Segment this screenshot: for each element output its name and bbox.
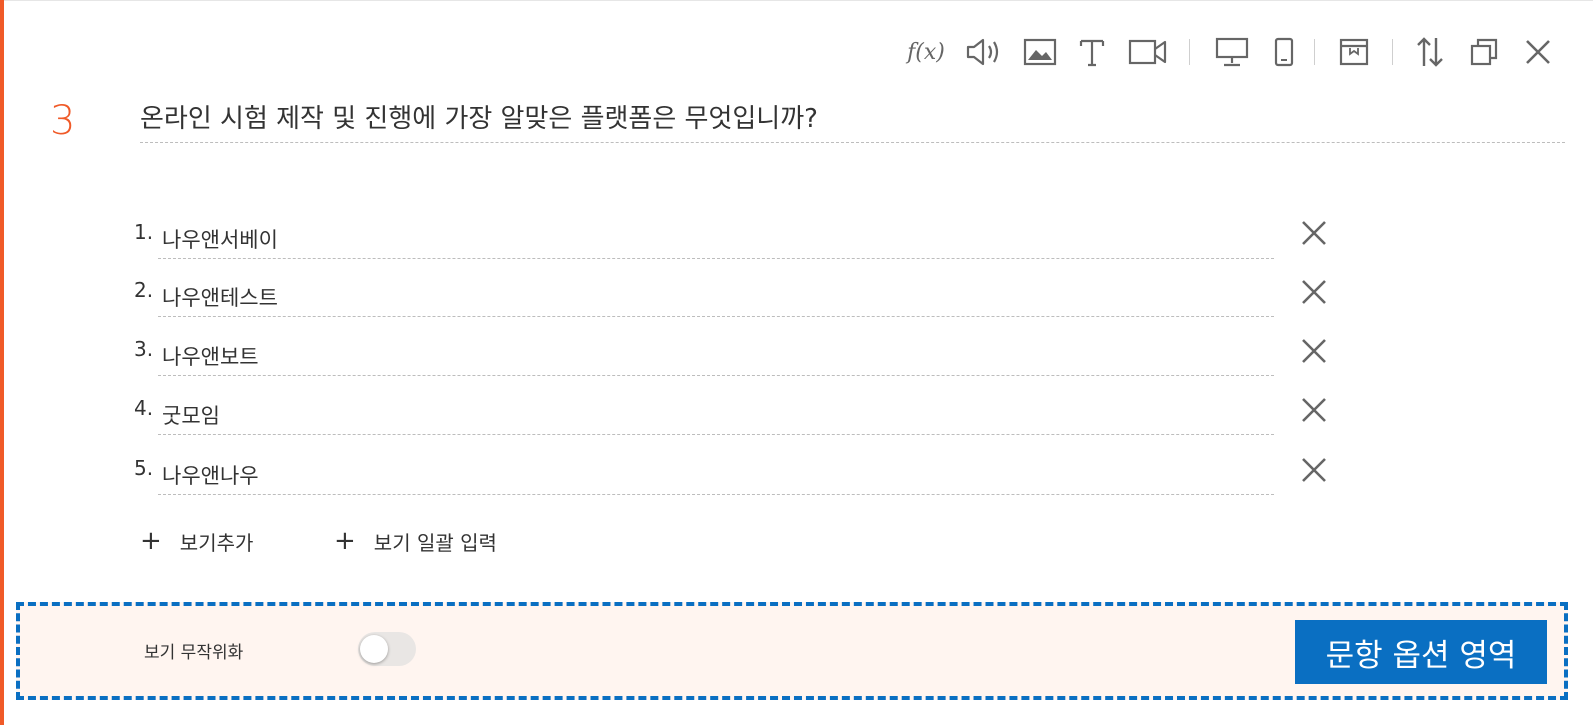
close-icon[interactable] bbox=[1516, 30, 1560, 74]
audio-icon[interactable] bbox=[962, 30, 1006, 74]
shuffle-label: 보기 무작위화 bbox=[144, 643, 244, 663]
option-row: 4. 굿모임 bbox=[134, 388, 1274, 446]
add-option-button[interactable]: + 보기추가 bbox=[140, 525, 253, 557]
option-underline bbox=[158, 316, 1274, 317]
option-row: 2. 나우앤테스트 bbox=[134, 270, 1274, 328]
question-title-input[interactable]: 온라인 시험 제작 및 진행에 가장 알맞은 플랫폼은 무엇입니까? bbox=[140, 100, 1560, 144]
question-title-underline bbox=[140, 142, 1565, 143]
add-option-label: 보기추가 bbox=[179, 530, 254, 555]
option-row: 3. 나우앤보트 bbox=[134, 329, 1274, 387]
delete-option-icon[interactable] bbox=[1296, 333, 1332, 369]
option-number: 2. bbox=[134, 278, 154, 302]
question-toolbar: f(x) bbox=[900, 30, 1580, 74]
bulk-input-label: 보기 일괄 입력 bbox=[373, 530, 497, 555]
toolbar-divider bbox=[1392, 39, 1393, 65]
option-text-input[interactable]: 나우앤테스트 bbox=[162, 282, 278, 312]
option-underline bbox=[158, 375, 1274, 376]
delete-option-icon[interactable] bbox=[1296, 392, 1332, 428]
question-number: 3 bbox=[50, 98, 76, 144]
delete-option-icon[interactable] bbox=[1296, 452, 1332, 488]
question-option-area: 보기 무작위화 문항 옵션 영역 bbox=[16, 602, 1568, 700]
option-number: 4. bbox=[134, 396, 154, 420]
sort-icon[interactable] bbox=[1408, 30, 1452, 74]
delete-option-icon[interactable] bbox=[1296, 215, 1332, 251]
option-area-tag: 문항 옵션 영역 bbox=[1295, 620, 1547, 684]
bulk-input-button[interactable]: + 보기 일괄 입력 bbox=[334, 525, 497, 557]
toggle-knob bbox=[360, 635, 388, 663]
mobile-icon[interactable] bbox=[1262, 30, 1306, 74]
toolbar-divider bbox=[1314, 39, 1315, 65]
option-number: 5. bbox=[134, 456, 154, 480]
plus-icon: + bbox=[334, 526, 356, 556]
video-icon[interactable] bbox=[1126, 30, 1170, 74]
option-number: 1. bbox=[134, 220, 154, 244]
option-text-input[interactable]: 나우앤보트 bbox=[162, 341, 259, 371]
desktop-icon[interactable] bbox=[1210, 30, 1254, 74]
plus-icon: + bbox=[140, 526, 162, 556]
question-editor: f(x) 3 온라인 시험 제작 및 진행에 가장 알맞은 플랫폼은 무엇입니까… bbox=[0, 0, 1593, 725]
image-icon[interactable] bbox=[1018, 30, 1062, 74]
layout-icon[interactable] bbox=[1332, 30, 1376, 74]
formula-icon[interactable]: f(x) bbox=[904, 30, 948, 74]
toolbar-divider bbox=[1189, 39, 1190, 65]
delete-option-icon[interactable] bbox=[1296, 274, 1332, 310]
left-accent-bar bbox=[0, 0, 4, 725]
option-text-input[interactable]: 굿모임 bbox=[162, 400, 220, 430]
option-row: 1. 나우앤서베이 bbox=[134, 212, 1274, 270]
option-underline bbox=[158, 258, 1274, 259]
option-text-input[interactable]: 나우앤나우 bbox=[162, 460, 259, 490]
option-underline bbox=[158, 434, 1274, 435]
copy-icon[interactable] bbox=[1462, 30, 1506, 74]
top-border bbox=[0, 0, 1593, 1]
formula-label: f(x) bbox=[907, 39, 945, 65]
shuffle-toggle[interactable] bbox=[358, 632, 416, 666]
option-underline bbox=[158, 494, 1274, 495]
text-icon[interactable] bbox=[1070, 30, 1114, 74]
option-row: 5. 나우앤나우 bbox=[134, 448, 1274, 506]
option-text-input[interactable]: 나우앤서베이 bbox=[162, 224, 278, 254]
option-number: 3. bbox=[134, 337, 154, 361]
